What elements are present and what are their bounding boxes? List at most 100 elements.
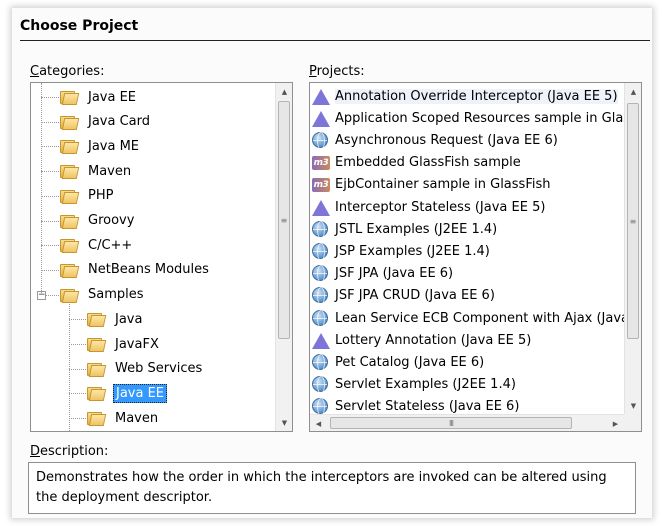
project-list-item[interactable]: m3 EjbContainer sample in GlassFish — [312, 174, 550, 196]
folder-icon — [86, 409, 107, 427]
globe-icon — [312, 242, 329, 261]
scroll-down-arrow-icon[interactable]: ▼ — [625, 397, 641, 414]
project-list-item[interactable]: m3 Embedded GlassFish sample — [312, 152, 521, 174]
tree-item[interactable]: Maven — [59, 159, 133, 183]
project-list-item[interactable]: JSTL Examples (J2EE 1.4) — [312, 218, 497, 240]
projects-scroll-thumb[interactable]: ≡ — [627, 103, 639, 339]
project-list-item-label: JSF JPA (Java EE 6) — [335, 266, 454, 282]
triangle-icon — [312, 110, 330, 127]
scroll-up-arrow-icon[interactable]: ▲ — [625, 83, 641, 100]
scroll-up-arrow-icon[interactable]: ▲ — [276, 83, 292, 100]
tree-guide-line — [41, 121, 59, 123]
project-list-item-label: Application Scoped Resources sample in G… — [335, 110, 642, 126]
tree-item-label: Java EE — [88, 89, 137, 105]
scroll-right-arrow-icon[interactable]: ▶ — [607, 415, 624, 431]
tree-item-label: Samples — [88, 287, 144, 303]
project-list-item[interactable]: Pet Catalog (Java EE 6) — [312, 351, 484, 373]
tree-item-label: NetBeans Modules — [88, 262, 209, 278]
tree-item-label: Groovy — [88, 213, 135, 228]
project-list-item[interactable]: Annotation Override Interceptor (Java EE… — [312, 85, 618, 107]
project-list-item[interactable]: Application Scoped Resources sample in G… — [312, 107, 642, 129]
project-list-item-label: Embedded GlassFish sample — [335, 155, 521, 171]
tree-item-label: JavaFX — [115, 336, 159, 352]
tree-item[interactable]: PHP — [59, 184, 115, 208]
tree-item-label: Web Services — [115, 361, 203, 377]
project-list-item[interactable]: Servlet Examples (J2EE 1.4) — [312, 374, 516, 396]
tree-item[interactable]: Java EE — [86, 381, 168, 405]
tree-item[interactable]: Maven — [86, 406, 160, 430]
project-list-item-label: Lean Service ECB Component with Ajax (Ja… — [335, 310, 642, 326]
projects-horizontal-scrollbar[interactable]: ◀ III ▶ — [310, 414, 624, 431]
globe-icon — [312, 220, 329, 239]
tree-item[interactable]: Java — [86, 307, 144, 331]
project-list-item-label: Servlet Examples (J2EE 1.4) — [335, 377, 516, 393]
title-divider — [20, 40, 650, 41]
tree-item[interactable]: JavaFX — [86, 332, 161, 356]
categories-tree[interactable]: − Java EE Java Card Java ME Maven PHP Groovy C… — [30, 82, 293, 432]
projects-horizontal-scroll-thumb[interactable]: III — [330, 417, 572, 429]
project-list-item[interactable]: JSF JPA (Java EE 6) — [312, 263, 453, 285]
triangle-icon — [312, 88, 330, 105]
tree-guide-line — [69, 418, 86, 420]
project-list-item[interactable]: Asynchronous Request (Java EE 6) — [312, 129, 558, 151]
scroll-down-arrow-icon[interactable]: ▼ — [276, 414, 292, 431]
tree-item[interactable]: C/C++ — [59, 233, 134, 257]
tree-item-label: Java EE — [113, 383, 168, 403]
project-list-item[interactable]: JSF JPA CRUD (Java EE 6) — [312, 285, 495, 307]
tree-item-label: Java ME — [88, 138, 140, 154]
categories-label-text: ategories: — [39, 64, 105, 79]
project-list-item-label: Pet Catalog (Java EE 6) — [335, 354, 485, 370]
folder-icon — [59, 113, 80, 131]
globe-icon — [312, 265, 329, 284]
project-list-item[interactable]: Lottery Annotation (Java EE 5) — [312, 329, 531, 351]
project-list-item-label: Servlet Stateless (Java EE 6) — [335, 399, 520, 415]
project-list-item-label: JSF JPA CRUD (Java EE 6) — [335, 288, 495, 304]
tree-guide-line — [69, 301, 70, 431]
description-text: Demonstrates how the order in which the … — [36, 470, 607, 505]
tree-guide-line — [69, 319, 86, 321]
tree-item[interactable]: Samples — [59, 283, 146, 307]
project-list-item[interactable]: Interceptor Stateless (Java EE 5) — [312, 196, 545, 218]
tree-item-label: PHP — [88, 188, 114, 204]
grip-icon: III — [448, 418, 454, 428]
tree-guide-line — [41, 220, 59, 222]
project-list-item[interactable]: JSP Examples (J2EE 1.4) — [312, 240, 490, 262]
projects-list[interactable]: Annotation Override Interceptor (Java EE… — [309, 82, 642, 432]
folder-icon — [59, 286, 80, 304]
folder-icon — [59, 187, 80, 205]
triangle-icon — [312, 332, 330, 349]
project-list-item-label: JSTL Examples (J2EE 1.4) — [335, 221, 498, 237]
tree-item[interactable]: Web Services — [86, 357, 204, 381]
tree-item[interactable]: Java EE — [59, 85, 138, 109]
project-list-item[interactable]: Lean Service ECB Component with Ajax (Ja… — [312, 307, 642, 329]
tree-item-label: C/C++ — [88, 237, 133, 253]
tree-item[interactable]: Java Card — [59, 110, 152, 134]
tree-item-label: Maven — [88, 163, 132, 179]
folder-icon — [59, 261, 80, 279]
scroll-left-arrow-icon[interactable]: ◀ — [310, 415, 327, 431]
tree-guide-line — [41, 195, 59, 197]
globe-icon — [312, 376, 329, 395]
tree-guide-line — [41, 97, 59, 98]
folder-icon — [59, 162, 80, 180]
description-label-mnemonic: D — [30, 444, 41, 459]
categories-vertical-scrollbar[interactable]: ▲ ≡ ▼ — [275, 83, 292, 431]
page-title: Choose Project — [20, 18, 139, 34]
globe-icon — [312, 287, 329, 306]
grip-icon: ≡ — [280, 215, 288, 225]
folder-icon — [86, 384, 107, 402]
tree-item[interactable]: NetBeans Modules — [59, 258, 211, 282]
description-box: Demonstrates how the order in which the … — [28, 462, 636, 514]
project-list-item-label: Interceptor Stateless (Java EE 5) — [335, 199, 546, 215]
folder-icon — [59, 236, 80, 254]
project-list-item-label: JSP Examples (J2EE 1.4) — [335, 243, 490, 259]
categories-scroll-thumb[interactable]: ≡ — [278, 101, 290, 339]
tree-item-label: Java Card — [88, 114, 151, 130]
tree-item[interactable]: Java ME — [59, 134, 141, 158]
projects-vertical-scrollbar[interactable]: ▲ ≡ ▼ — [624, 83, 641, 414]
categories-label-mnemonic: C — [30, 64, 40, 79]
projects-label: Projects: — [309, 64, 365, 79]
tree-item[interactable]: Groovy — [59, 209, 136, 233]
projects-label-text: rojects: — [316, 64, 365, 79]
tree-guide-line — [69, 393, 86, 395]
